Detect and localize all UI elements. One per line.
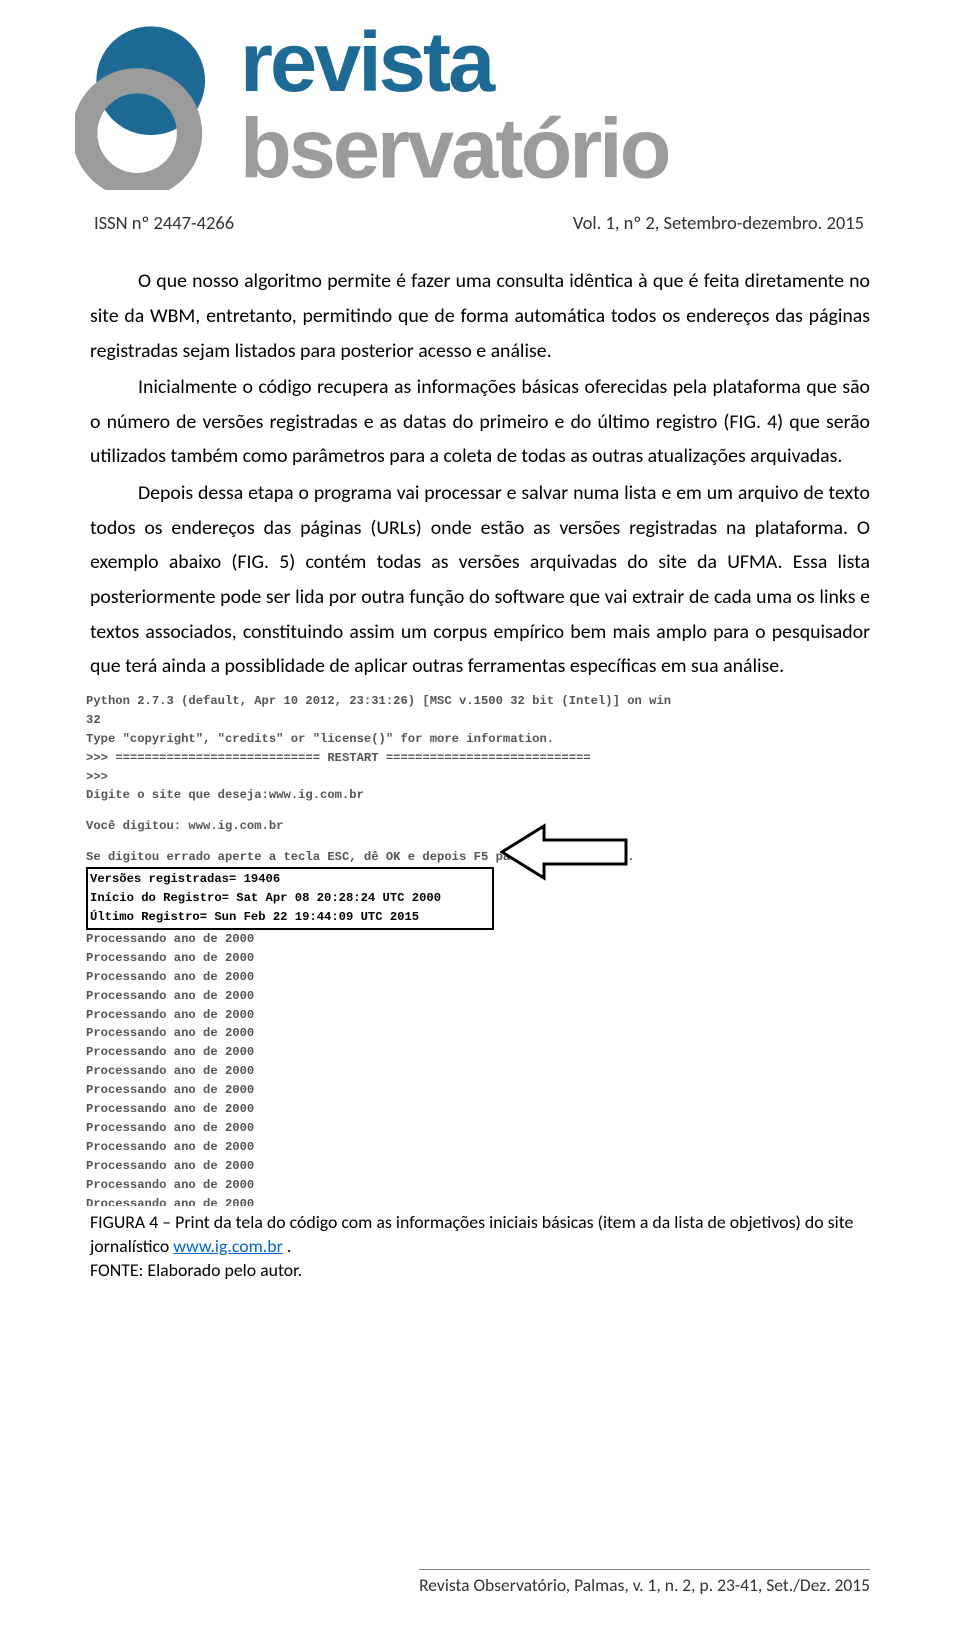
console-line: Processando ano de 2000	[86, 1006, 876, 1025]
console-line: Se digitou errado aperte a tecla ESC, dê…	[86, 848, 876, 867]
logo-wordmark-icon: revista bservatório	[240, 20, 870, 192]
journal-logo: revista bservatório	[75, 20, 870, 197]
console-line: Processando ano de 2000	[86, 1062, 876, 1081]
console-line: Processando ano de 2000	[86, 1157, 876, 1176]
caption-suffix: .	[283, 1235, 292, 1257]
console-highlight-box: Versões registradas= 19406 Início do Reg…	[86, 867, 494, 930]
paragraph-1: O que nosso algoritmo permite é fazer um…	[90, 264, 870, 368]
console-line: >>> ============================ RESTART…	[86, 749, 876, 768]
caption-source: FONTE: Elaborado pelo autor.	[90, 1259, 302, 1281]
console-line: Processando ano de 2000	[86, 1043, 876, 1062]
console-line: Processando ano de 2000	[86, 968, 876, 987]
figure-caption: FIGURA 4 – Print da tela do código com a…	[90, 1210, 870, 1282]
issn-text: ISSN nº 2447-4266	[94, 211, 234, 234]
console-line: Processando ano de 2000	[86, 1138, 876, 1157]
article-body: O que nosso algoritmo permite é fazer um…	[90, 264, 870, 684]
svg-text:bservatório: bservatório	[240, 101, 669, 193]
console-line: Processando ano de 2000	[86, 949, 876, 968]
console-line: Último Registro= Sun Feb 22 19:44:09 UTC…	[90, 908, 490, 927]
caption-link[interactable]: www.ig.com.br	[173, 1235, 283, 1257]
console-line: Processando ano de 2000	[86, 1119, 876, 1138]
console-line: Processando ano de 2000	[86, 930, 876, 949]
console-line: Drocessando ano de 2000	[86, 1195, 876, 1206]
svg-text:revista: revista	[240, 20, 496, 109]
console-line: Você digitou: www.ig.com.br	[86, 817, 876, 836]
console-line: Início do Registro= Sat Apr 08 20:28:24 …	[90, 889, 490, 908]
console-line: Processando ano de 2000	[86, 1100, 876, 1119]
console-line: Processando ano de 2000	[86, 987, 876, 1006]
page-footer: Revista Observatório, Palmas, v. 1, n. 2…	[419, 1569, 870, 1596]
logo-mark-icon	[75, 20, 240, 190]
console-line: Processando ano de 2000	[86, 1176, 876, 1195]
paragraph-2: Inicialmente o código recupera as inform…	[90, 370, 870, 474]
console-line: Type "copyright", "credits" or "license(…	[86, 730, 876, 749]
console-line: Versões registradas= 19406	[90, 870, 490, 889]
console-line: Digite o site que deseja:www.ig.com.br	[86, 786, 876, 805]
console-line: 32	[86, 711, 876, 730]
console-line: >>>	[86, 768, 876, 787]
arrow-left-icon	[500, 822, 630, 882]
console-line: Processando ano de 2000	[86, 1024, 876, 1043]
issue-text: Vol. 1, nº 2, Setembro-dezembro. 2015	[573, 211, 864, 234]
console-screenshot: Python 2.7.3 (default, Apr 10 2012, 23:3…	[86, 692, 876, 1206]
console-line: Processando ano de 2000	[86, 1081, 876, 1100]
console-line: Python 2.7.3 (default, Apr 10 2012, 23:3…	[86, 692, 876, 711]
paragraph-3: Depois dessa etapa o programa vai proces…	[90, 476, 870, 684]
